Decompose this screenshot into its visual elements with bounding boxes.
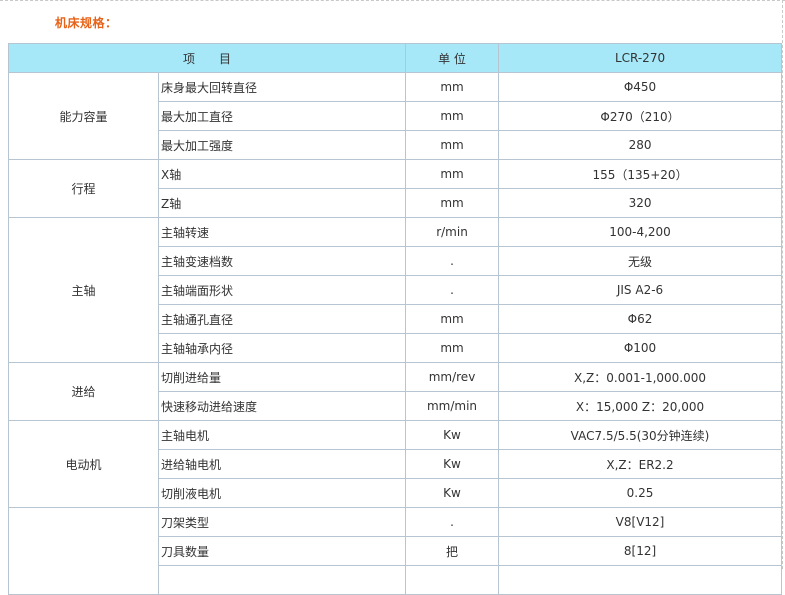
spec-value-cell: Φ62 [498, 304, 783, 334]
table-row: 行程 X轴 mm 155（135+20） [8, 159, 783, 218]
header-item: 项 目 [7, 43, 407, 73]
spec-value-cell: 0.25 [498, 478, 783, 508]
spec-item-cell: 主轴转速 [157, 217, 407, 247]
spec-item-cell: Z轴 [157, 188, 407, 218]
spec-item-cell: 切削液电机 [157, 478, 407, 508]
spec-value-cell: 100-4,200 [498, 217, 783, 247]
spec-value-cell: VAC7.5/5.5(30分钟连续) [498, 420, 783, 450]
frame-top-border [0, 0, 785, 1]
spec-value-cell: Φ100 [498, 333, 783, 363]
spec-unit-cell: . [405, 246, 500, 276]
group-label: 行程 [8, 159, 159, 218]
table-row: 电动机 主轴电机 Kw VAC7.5/5.5(30分钟连续) [8, 420, 783, 508]
spec-unit-cell: mm [405, 304, 500, 334]
spec-unit-cell: Kw [405, 449, 500, 479]
spec-value-cell: V8[V12] [498, 507, 783, 537]
spec-unit-cell: 把 [405, 536, 500, 566]
spec-value-cell: 280 [498, 130, 783, 160]
spec-unit-cell: . [405, 275, 500, 305]
spec-item-cell: 刀架类型 [157, 507, 407, 537]
spec-table-body: 项 目 单 位 LCR-270 能力容量 床身最大回转直径 mm Φ450 最大加工直径… [7, 43, 783, 595]
group-label: 进给 [8, 362, 159, 421]
spec-item-cell: 刀具数量 [157, 536, 407, 566]
spec-item-cell: 床身最大回转直径 [157, 72, 407, 102]
spec-item-cell: 进给轴电机 [157, 449, 407, 479]
group-label: 电动机 [8, 420, 159, 508]
spec-value-cell: 无级 [498, 246, 783, 276]
spec-unit-cell: mm [405, 188, 500, 218]
group-label [8, 507, 159, 595]
spec-value-cell: 155（135+20） [498, 159, 783, 189]
frame-right-border [782, 0, 783, 569]
spec-item-cell: 主轴轴承内径 [157, 333, 407, 363]
table-row: 进给 切削进给量 mm/rev X,Z：0.001-1,000.000 [8, 362, 783, 421]
header-unit: 单 位 [405, 43, 500, 73]
spec-item-cell: 主轴电机 [157, 420, 407, 450]
spec-unit-cell: mm/min [405, 391, 500, 421]
spec-value-cell: 8[12] [498, 536, 783, 566]
spec-item-cell: 主轴端面形状 [157, 275, 407, 305]
spec-unit-cell: mm [405, 101, 500, 131]
spec-item-cell: 最大加工强度 [157, 130, 407, 160]
spec-item-cell: 主轴通孔直径 [157, 304, 407, 334]
spec-value-cell: JIS A2-6 [498, 275, 783, 305]
section-title: 机床规格： [55, 16, 118, 30]
table-row: 主轴 主轴转速 r/min 100-4,200 [8, 217, 783, 363]
spec-unit-cell: Kw [405, 478, 500, 508]
spec-unit-cell: mm [405, 72, 500, 102]
spec-value-cell: X,Z：ER2.2 [498, 449, 783, 479]
header-model: LCR-270 [498, 43, 783, 73]
spec-unit-cell: . [405, 507, 500, 537]
spec-item-cell [157, 565, 407, 595]
spec-unit-cell: mm [405, 130, 500, 160]
table-row: 能力容量 床身最大回转直径 mm Φ450 [8, 72, 783, 160]
spec-item-cell: 快速移动进给速度 [157, 391, 407, 421]
spec-item-cell: 主轴变速档数 [157, 246, 407, 276]
spec-unit-cell: mm [405, 333, 500, 363]
spec-value-cell: Φ270（210） [498, 101, 783, 131]
spec-item-cell: X轴 [157, 159, 407, 189]
spec-unit-cell: mm/rev [405, 362, 500, 392]
table-header-row: 项 目 单 位 LCR-270 [7, 43, 783, 73]
spec-unit-cell: r/min [405, 217, 500, 247]
spec-item-cell: 切削进给量 [157, 362, 407, 392]
spec-unit-cell: Kw [405, 420, 500, 450]
spec-value-cell: X：15,000 Z：20,000 [498, 391, 783, 421]
spec-unit-cell: mm [405, 159, 500, 189]
group-label: 能力容量 [8, 72, 159, 160]
table-row: 刀架类型. V8[V12] [8, 507, 783, 595]
spec-unit-cell [405, 565, 500, 595]
spec-value-cell: Φ450 [498, 72, 783, 102]
spec-value-cell [498, 565, 783, 595]
group-label: 主轴 [8, 217, 159, 363]
spec-table: 项 目 单 位 LCR-270 能力容量 床身最大回转直径 mm Φ450 最大加工直径… [7, 43, 783, 595]
spec-item-cell: 最大加工直径 [157, 101, 407, 131]
spec-value-cell: X,Z：0.001-1,000.000 [498, 362, 783, 392]
spec-value-cell: 320 [498, 188, 783, 218]
